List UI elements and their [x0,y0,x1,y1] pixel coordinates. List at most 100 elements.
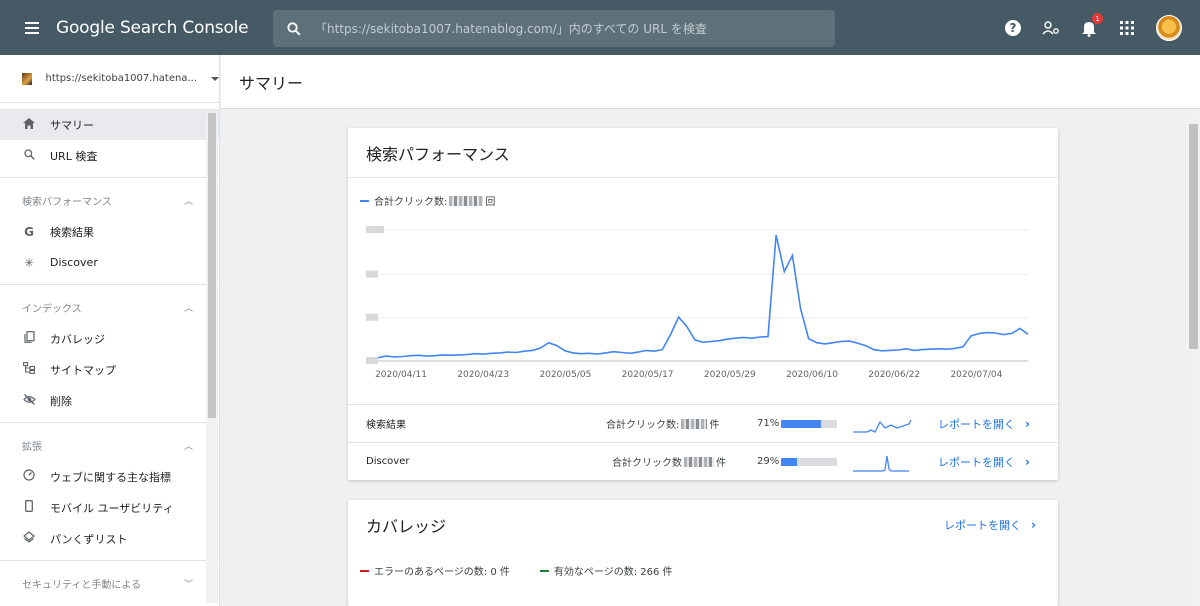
hamburger-menu-icon[interactable] [8,0,56,55]
perf-row-discover[interactable]: Discover 合計クリック数 件 29% レポートを開く › [348,442,1058,480]
row-percent: 29% [757,456,780,467]
app-title[interactable]: Google Search Console [56,18,272,38]
legend-label: 有効なページの数: 266 件 [553,567,673,578]
help-icon[interactable]: ? [994,0,1032,55]
sidebar-scrollbar[interactable] [206,113,218,603]
sidebar-item-label: サイトマップ [50,363,116,377]
chevron-right-icon: › [1025,416,1030,431]
sidebar-item-mobile-usability[interactable]: モバイル ユーザビリティ [0,492,219,523]
open-report-link[interactable]: レポートを開く › [938,416,1030,432]
coverage-card: カバレッジ レポートを開く › エラーのあるページの数: 0 件 有効なページの数… [348,500,1058,606]
perf-row-search-results[interactable]: 検索結果 合計クリック数: 件 71% レポートを開く › [348,404,1058,442]
property-selector[interactable]: https://sekitoba1007.hatena... [0,55,219,103]
percent-bar-fill [781,419,821,428]
account-avatar[interactable] [1156,14,1182,41]
sidebar-item-summary[interactable]: サマリー [0,109,219,140]
sitemap-icon [22,362,36,377]
chart-legend[interactable]: 合計クリック数: 回 [360,193,495,208]
chevron-up-icon: ︿ [183,303,193,314]
chevron-right-icon: › [1025,454,1030,469]
sidebar-item-url-inspection[interactable]: URL 検査 [0,140,219,171]
section-title: 拡張 [22,441,42,453]
search-bar[interactable] [273,10,835,47]
legend-swatch [539,569,549,572]
row-label: Discover [366,456,410,467]
row-label: 検索結果 [366,420,406,431]
legend-swatch [360,569,369,572]
sidebar-section-security[interactable]: セキュリティと手動による ﹀ [0,567,219,599]
sidebar-divider [0,422,219,423]
open-report-link[interactable]: レポートを開く › [938,454,1030,470]
open-report-link[interactable]: レポートを開く › [944,517,1036,533]
search-icon [22,148,36,163]
user-settings-icon[interactable] [1032,0,1070,55]
sidebar-item-label: URL 検査 [50,149,98,163]
apps-grid-icon[interactable] [1108,0,1146,55]
legend-valid[interactable]: 有効なページの数: 266 件 [539,563,673,578]
section-title: セキュリティと手動による [22,579,142,591]
sidebar-item-breadcrumbs[interactable]: パンくずリスト [0,523,219,554]
sparkline [853,419,912,433]
chevron-down-icon: ﹀ [183,579,193,590]
x-tick-label: 2020/05/17 [622,370,674,380]
sidebar-item-coverage[interactable]: カバレッジ [0,323,219,354]
sidebar-item-removals[interactable]: 削除 [0,385,219,416]
percent-bar [781,419,837,428]
speedometer-icon [22,469,36,484]
sidebar-item-label: ウェブに関する主な指標 [50,470,171,484]
redacted-value [681,418,708,429]
x-tick-label: 2020/06/10 [786,370,838,380]
home-icon [22,117,36,132]
legend-errors[interactable]: エラーのあるページの数: 0 件 [360,563,510,578]
sidebar-section-index[interactable]: インデックス ︿ [0,291,219,323]
sidebar-item-core-web-vitals[interactable]: ウェブに関する主な指標 [0,461,219,492]
sidebar-item-label: Discover [50,256,98,269]
sidebar-item-discover[interactable]: ✳ Discover [0,247,219,278]
eye-off-icon [22,393,36,408]
x-tick-label: 2020/05/05 [539,370,591,380]
top-app-bar: Google Search Console ? 1 [0,0,1200,55]
sidebar-item-label: サマリー [50,118,94,132]
sidebar-section-performance[interactable]: 検索パフォーマンス ︿ [0,184,219,216]
chevron-up-icon: ︿ [183,441,193,452]
clicks-series-line[interactable] [377,234,1029,359]
x-tick-label: 2020/06/22 [868,370,920,380]
section-title: 検索パフォーマンス [22,196,112,208]
sidebar-item-label: カバレッジ [50,332,105,346]
sidebar-scrollbar-thumb[interactable] [208,113,216,418]
metric-label: 合計クリック数 [612,458,682,469]
chevron-up-icon: ︿ [183,196,193,207]
property-url: https://sekitoba1007.hatena... [45,73,197,84]
percent-bar-fill [781,457,798,466]
link-label: レポートを開く [938,417,1015,431]
coverage-card-header: カバレッジ レポートを開く › [348,500,1058,550]
sidebar-item-search-results[interactable]: G 検索結果 [0,216,219,247]
sidebar-item-label: 削除 [50,394,72,408]
url-inspect-input[interactable] [315,21,815,36]
page-title: サマリー [221,55,1200,109]
x-tick-label: 2020/05/29 [704,370,756,380]
notification-badge: 1 [1092,13,1103,24]
sidebar-divider [0,177,219,178]
sidebar-section-enhancements[interactable]: 拡張 ︿ [0,429,219,461]
coverage-legend: エラーのあるページの数: 0 件 有効なページの数: 266 件 [360,563,703,578]
coverage-icon [22,331,36,346]
metric-suffix: 件 [716,458,726,469]
sidebar-item-sitemaps[interactable]: サイトマップ [0,354,219,385]
x-tick-label: 2020/04/11 [375,370,427,380]
link-label: レポートを開く [944,519,1022,532]
main-scrollbar-thumb[interactable] [1189,124,1198,349]
notifications-bell-icon[interactable]: 1 [1070,0,1108,55]
legend-label: 合計クリック数: [374,197,448,208]
google-g-icon: G [24,224,34,239]
main-scrollbar[interactable] [1186,110,1200,606]
sidebar-item-label: 検索結果 [50,225,94,239]
redacted-y-tick [366,357,378,364]
performance-line-chart[interactable]: 2020/04/11 2020/04/23 2020/05/05 2020/05/17… [348,218,1058,408]
row-metric: 合計クリック数 件 [612,454,726,469]
phone-icon [22,500,36,515]
search-icon[interactable] [273,21,315,36]
redacted-y-tick [366,313,378,321]
dropdown-arrow-icon [211,76,219,81]
x-tick-label: 2020/07/04 [950,370,1002,380]
